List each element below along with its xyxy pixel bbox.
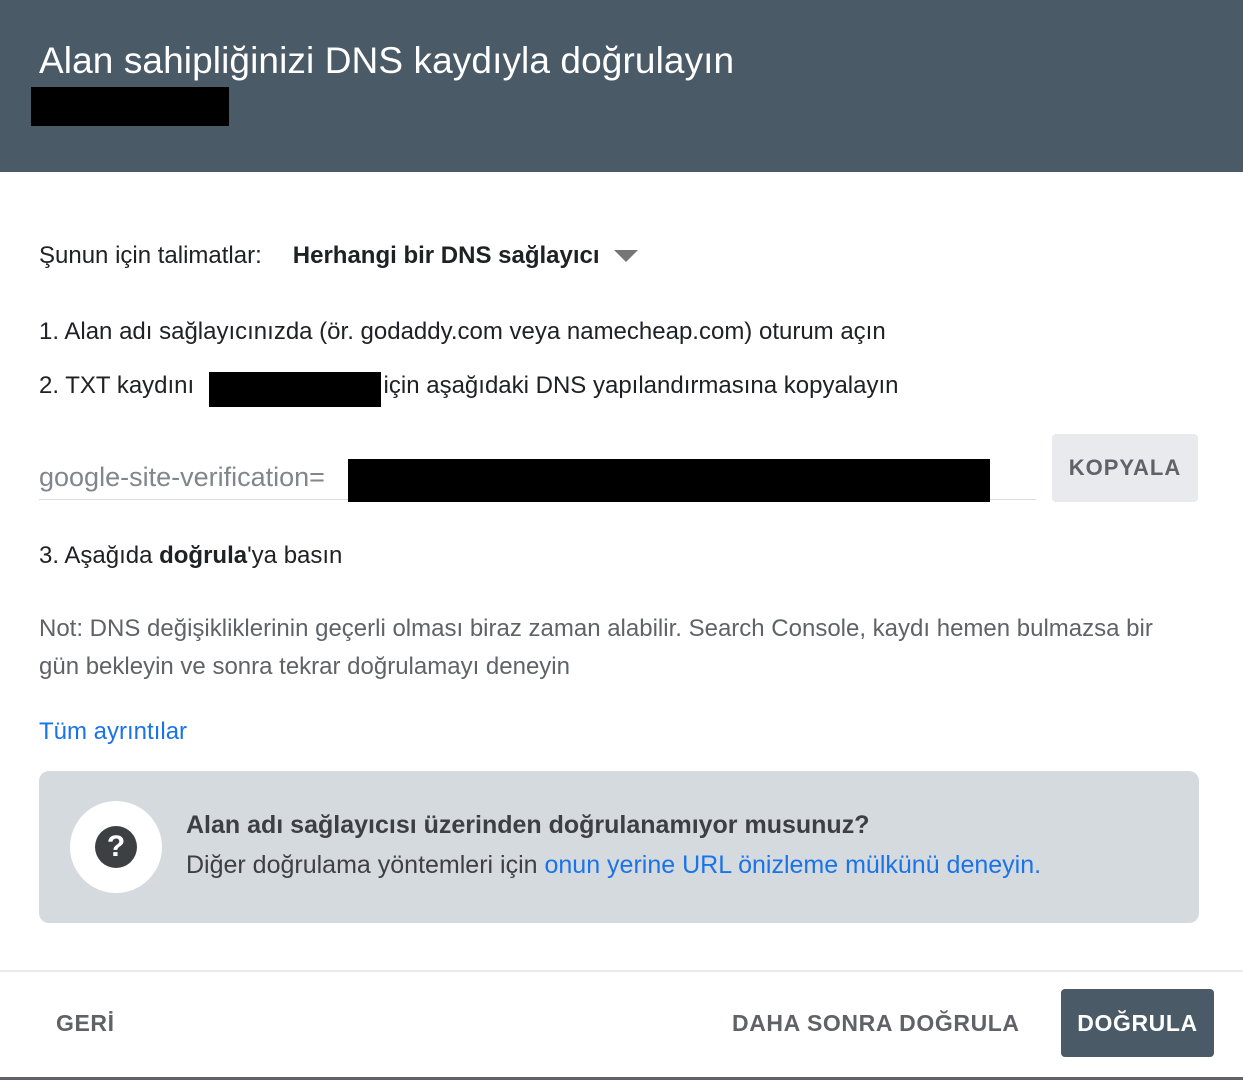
dns-provider-dropdown[interactable]: Herhangi bir DNS sağlayıcı <box>293 242 638 270</box>
dialog-title: Alan sahipliğinizi DNS kaydıyla doğrulay… <box>39 40 735 81</box>
dns-provider-selected: Herhangi bir DNS sağlayıcı <box>292 242 600 269</box>
dialog-header: Alan sahipliğinizi DNS kaydıyla doğrulay… <box>0 0 1243 172</box>
url-prefix-property-link[interactable]: onun yerine URL önizleme mülkünü deneyin… <box>544 851 1041 879</box>
help-icon-container: ? <box>70 801 162 893</box>
dropdown-arrow-icon <box>613 250 638 262</box>
question-mark-icon: ? <box>95 826 137 868</box>
redacted-property-name <box>31 87 229 126</box>
step-3-text: 3. Aşağıda doğrula'ya basın <box>39 542 342 570</box>
step-2-prefix: 2. TXT kaydını <box>39 372 195 399</box>
step-3-bold: doğrula <box>159 542 248 569</box>
copy-button[interactable]: KOPYALA <box>1052 434 1198 502</box>
step-1-text: 1. Alan adı sağlayıcınızda (ör. godaddy.… <box>39 318 886 345</box>
instructions-row: Şunun için talimatlar: Herhangi bir DNS … <box>39 238 638 274</box>
redacted-verification-token <box>348 459 990 502</box>
step-2-text: 2. TXT kaydını için aşağıdaki DNS yapıla… <box>39 372 898 400</box>
dns-note: Not: DNS değişikliklerinin geçerli olmas… <box>39 615 1153 680</box>
all-details-link[interactable]: Tüm ayrıntılar <box>39 718 187 746</box>
info-box-text: Diğer doğrulama yöntemleri için onun yer… <box>186 851 1041 880</box>
verify-button[interactable]: DOĞRULA <box>1061 989 1214 1057</box>
back-button[interactable]: GERİ <box>56 1010 115 1037</box>
footer-divider <box>0 970 1243 972</box>
step-3-suffix: 'ya basın <box>247 542 343 569</box>
txt-record-value: google-site-verification= <box>39 462 325 492</box>
redacted-domain <box>209 372 381 407</box>
info-box-title: Alan adı sağlayıcısı üzerinden doğrulana… <box>186 811 870 839</box>
step-2-suffix: için aşağıdaki DNS yapılandırmasına kopy… <box>383 372 899 399</box>
instructions-label: Şunun için talimatlar: <box>39 242 262 269</box>
info-box-text-prefix: Diğer doğrulama yöntemleri için <box>186 851 545 879</box>
verify-later-button[interactable]: DAHA SONRA DOĞRULA <box>732 1010 1020 1037</box>
alternative-method-box: ? Alan adı sağlayıcısı üzerinden doğrula… <box>39 771 1199 923</box>
step-3-prefix: 3. Aşağıda <box>39 542 160 569</box>
